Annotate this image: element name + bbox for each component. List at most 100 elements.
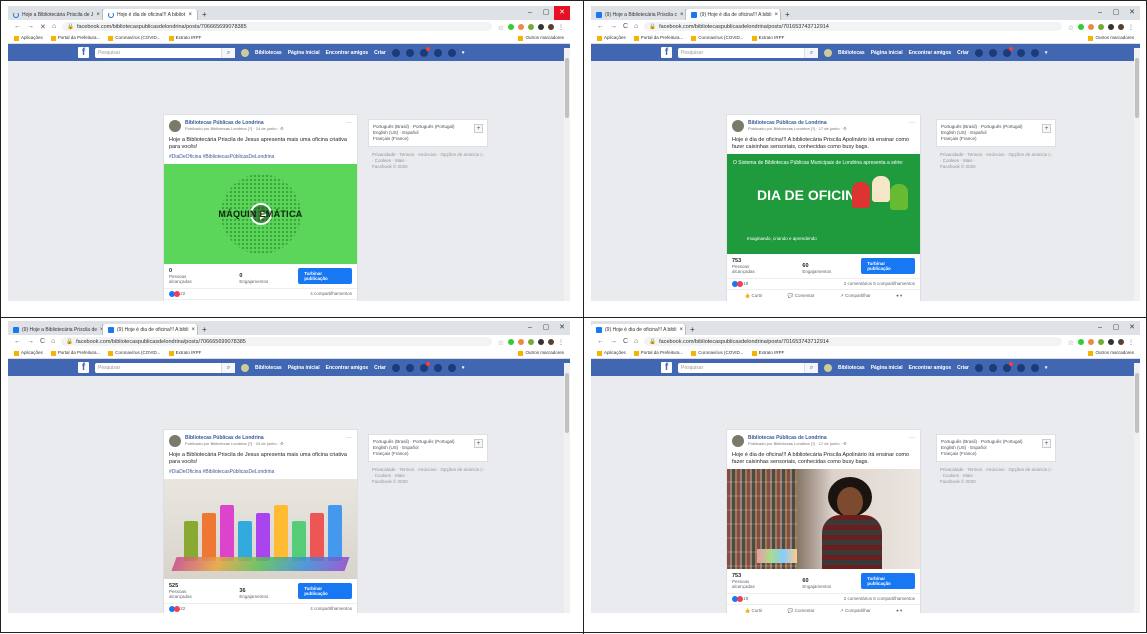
minimize-button[interactable]: – (522, 321, 538, 335)
language-links[interactable]: Français (France) (373, 451, 483, 457)
new-tab-button[interactable]: + (198, 324, 211, 335)
fb-nav-link[interactable]: Página inicial (871, 50, 903, 56)
other-bookmarks[interactable]: Outros marcadores (1088, 35, 1134, 41)
fb-nav-link[interactable]: Criar (374, 50, 386, 56)
boost-post-button[interactable]: Turbinar publicação (861, 572, 915, 589)
language-links[interactable]: Français (France) (941, 451, 1051, 457)
fb-nav-link[interactable]: Bibliotecas (838, 50, 865, 56)
fb-nav-link[interactable]: Encontrar amigos (326, 50, 369, 56)
more-languages-button[interactable]: + (474, 124, 483, 133)
more-options-icon[interactable]: ··· (346, 120, 352, 132)
extension-icon[interactable] (528, 23, 534, 30)
bookmark-item[interactable]: Aplicações (14, 350, 43, 356)
extension-icon[interactable] (508, 338, 514, 345)
search-input[interactable]: Pesquisar ⌕ (95, 47, 235, 58)
extension-icon[interactable] (1088, 23, 1094, 30)
messenger-icon[interactable] (405, 48, 414, 57)
comments-shares-count[interactable]: 4 compartilhamentos (310, 291, 352, 296)
url-input[interactable]: 🔒 facebook.com/bibliotecaspublicasdelondr… (62, 22, 492, 31)
notifications-icon[interactable] (419, 46, 430, 57)
avatar[interactable] (732, 120, 744, 132)
people-icon[interactable] (1016, 48, 1025, 57)
bookmark-item[interactable]: Portal da Prefeitura... (633, 350, 683, 356)
home-button[interactable]: ⌂ (634, 338, 638, 345)
page-avatar-icon[interactable] (241, 48, 249, 57)
reload-button[interactable]: C (623, 23, 628, 30)
maximize-button[interactable]: ▢ (538, 321, 554, 335)
close-window-button[interactable]: ✕ (1124, 321, 1140, 335)
post-action-1[interactable]: 💬 Comentar (788, 608, 815, 613)
facebook-logo-icon[interactable]: f (661, 362, 672, 373)
footer-links[interactable]: Privacidade · Termos · Anúncios · Opções… (940, 152, 1052, 164)
fb-nav-link[interactable]: Criar (957, 50, 969, 56)
forward-button[interactable]: → (27, 338, 34, 345)
profile-avatar[interactable] (548, 338, 554, 345)
bookmark-item[interactable]: Portal da Prefeitura... (50, 35, 100, 41)
more-languages-button[interactable]: + (1042, 124, 1051, 133)
post-action-2[interactable]: ↗ Compartilhar (840, 293, 871, 299)
bookmark-item[interactable]: Portal da Prefeitura... (633, 35, 683, 41)
star-icon[interactable]: ☆ (1068, 339, 1074, 347)
other-bookmarks[interactable]: Outros marcadores (518, 350, 564, 356)
fb-nav-link[interactable]: Página inicial (288, 50, 320, 56)
minimize-button[interactable]: – (1092, 6, 1108, 20)
more-languages-button[interactable]: + (474, 439, 483, 448)
bookmark-item[interactable]: Portal da Prefeitura... (50, 350, 100, 356)
bookmark-item[interactable]: Coronavírus (COVID... (108, 35, 161, 41)
minimize-button[interactable]: – (522, 6, 538, 20)
post-video[interactable] (164, 478, 357, 579)
post-action-0[interactable]: 👍 Curtir (745, 293, 763, 299)
extension-icon[interactable] (1088, 338, 1094, 345)
page-avatar-icon[interactable] (824, 48, 832, 57)
fb-nav-link[interactable]: Criar (374, 365, 386, 371)
post-hashtags[interactable]: #DiaDeOficina #BibliotecasPúblicasDeLond… (164, 154, 357, 164)
browser-tab[interactable]: (9) Hoje a Bibliotecária Priscila de × (8, 324, 103, 335)
star-icon[interactable]: ☆ (1068, 24, 1074, 32)
extension-icon[interactable] (1098, 338, 1104, 345)
more-languages-button[interactable]: + (1042, 439, 1051, 448)
profile-avatar[interactable] (1118, 338, 1124, 345)
bookmark-item[interactable]: Extrato IRPF (751, 35, 784, 41)
home-button[interactable]: ⌂ (51, 338, 55, 345)
close-tab-icon[interactable]: × (774, 12, 778, 18)
more-options-icon[interactable]: ··· (909, 435, 915, 447)
help-icon[interactable] (447, 48, 456, 57)
comments-shares-count[interactable]: 2 comentários 5 compartilhamentos (844, 596, 915, 601)
search-icon[interactable]: ⌕ (221, 47, 235, 58)
more-options-icon[interactable]: ··· (909, 120, 915, 132)
post-action-2[interactable]: ↗ Compartilhar (840, 608, 871, 613)
browser-tab[interactable]: Hoje é dia de oficina!!! A bibliot × (103, 9, 198, 20)
help-icon[interactable] (1030, 48, 1039, 57)
facebook-logo-icon[interactable]: f (661, 47, 672, 58)
search-input[interactable]: Pesquisar ⌕ (678, 47, 818, 58)
home-button[interactable]: ⌂ (52, 23, 56, 30)
close-window-button[interactable]: ✕ (554, 321, 570, 335)
menu-icon[interactable]: ⋮ (558, 339, 564, 346)
maximize-button[interactable]: ▢ (538, 6, 554, 20)
browser-tab[interactable]: (9) Hoje é dia de oficina!!! A bibli × (103, 324, 198, 335)
search-icon[interactable]: ⌕ (804, 47, 818, 58)
new-tab-button[interactable]: + (781, 9, 794, 20)
home-button[interactable]: ⌂ (634, 23, 638, 30)
friends-icon[interactable] (974, 363, 983, 372)
footer-links[interactable]: Privacidade · Termos · Anúncios · Opções… (940, 467, 1052, 479)
bookmark-item[interactable]: Aplicações (14, 35, 43, 41)
fb-nav-link[interactable]: Encontrar amigos (326, 365, 369, 371)
search-icon[interactable]: ⌕ (221, 362, 235, 373)
close-window-button[interactable]: ✕ (554, 6, 570, 20)
bookmark-item[interactable]: Aplicações (597, 35, 626, 41)
comments-shares-count[interactable]: 2 comentários 5 compartilhamentos (844, 281, 915, 286)
extension-icon[interactable] (508, 23, 514, 30)
close-tab-icon[interactable]: × (188, 12, 192, 18)
post-action-1[interactable]: 💬 Comentar (788, 293, 815, 299)
chevron-down-icon[interactable]: ▾ (462, 365, 465, 371)
notifications-icon[interactable] (419, 361, 430, 372)
menu-icon[interactable]: ⋮ (558, 24, 564, 31)
language-links[interactable]: Français (France) (373, 136, 483, 142)
reactions-bar[interactable]: 22 4 compartilhamentos (164, 602, 357, 613)
minimize-button[interactable]: – (1092, 321, 1108, 335)
browser-tab[interactable]: (9) Hoje a Bibliotecária Priscila c × (591, 9, 686, 20)
boost-post-button[interactable]: Turbinar publicação (298, 582, 352, 599)
comments-shares-count[interactable]: 4 compartilhamentos (310, 606, 352, 611)
post-image[interactable]: O Sistema de Bibliotecas Públicas Munici… (727, 153, 920, 254)
